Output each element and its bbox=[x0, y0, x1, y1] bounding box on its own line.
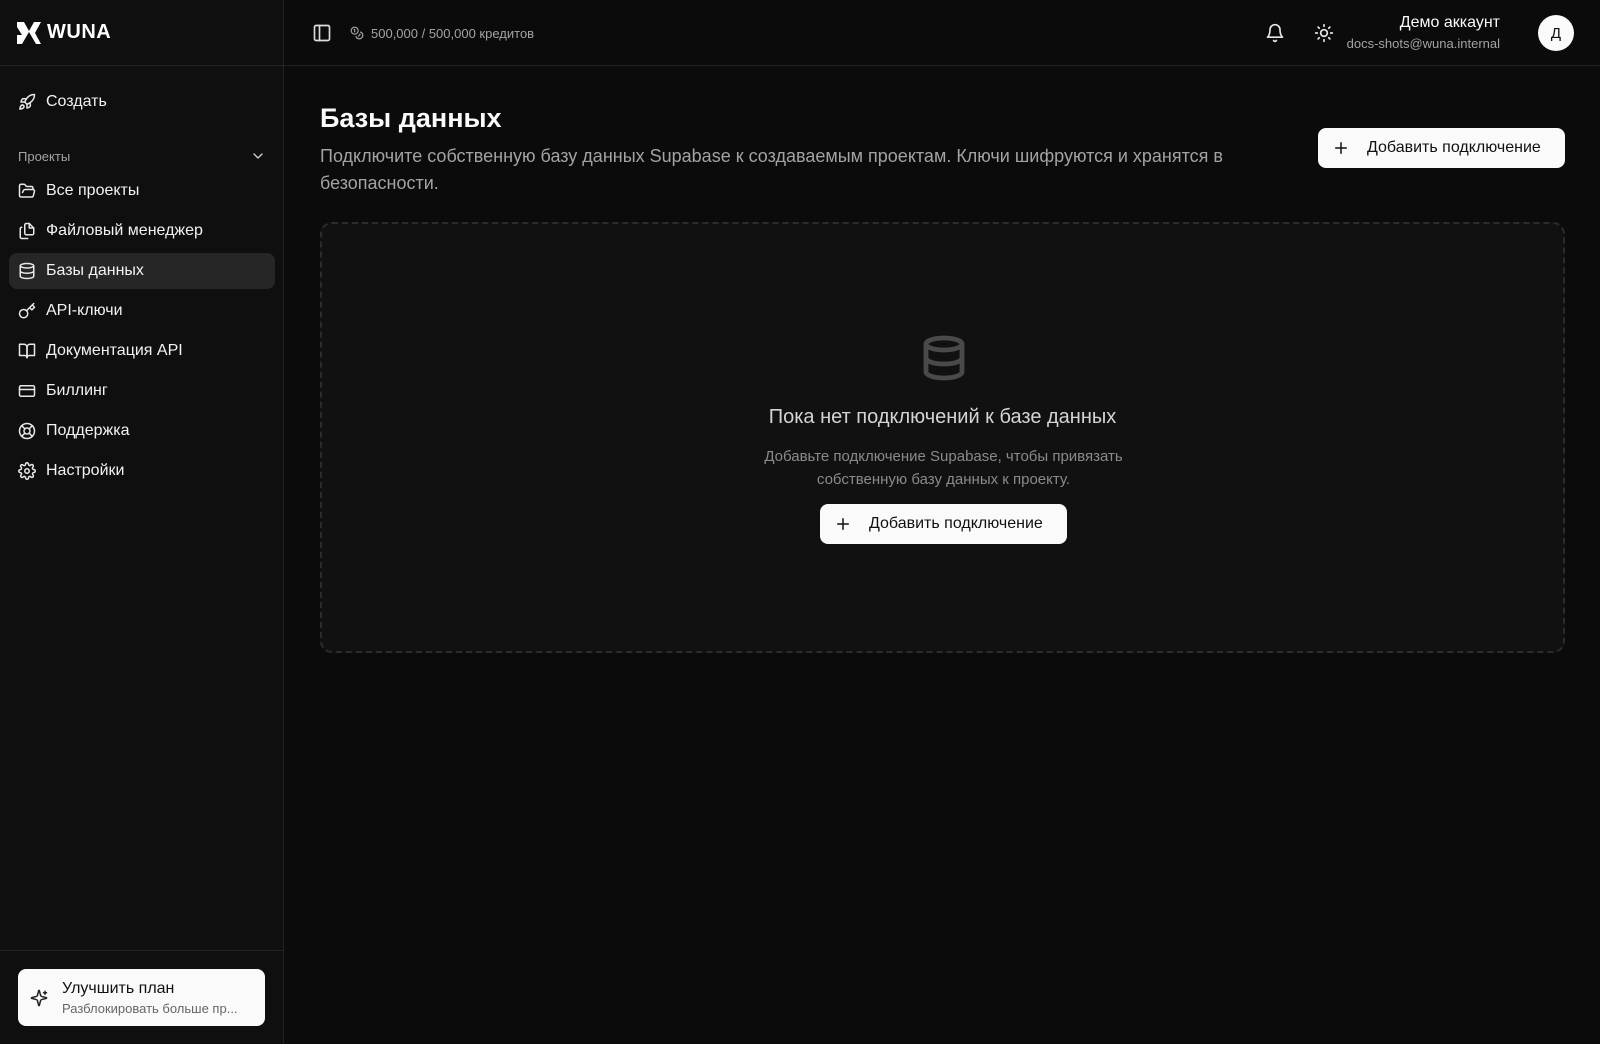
upgrade-title: Улучшить план bbox=[62, 979, 175, 997]
life-buoy-icon bbox=[18, 422, 36, 440]
add-connection-empty-label: Добавить подключение bbox=[869, 515, 1043, 532]
empty-state: Пока нет подключений к базе данных Добав… bbox=[320, 222, 1565, 653]
database-icon bbox=[18, 262, 36, 280]
sidebar-toggle-icon[interactable] bbox=[312, 23, 332, 43]
folder-open-icon bbox=[18, 182, 36, 200]
sidebar-item-label: Биллинг bbox=[46, 382, 108, 399]
sidebar-item-label: Все проекты bbox=[46, 182, 140, 199]
rocket-icon bbox=[18, 93, 36, 111]
top-bar: 500,000 / 500,000 кредитов Демо аккаунт … bbox=[284, 0, 1600, 66]
credit-card-icon bbox=[18, 382, 36, 400]
sidebar-item-file-manager[interactable]: Файловый менеджер bbox=[9, 213, 275, 249]
empty-state-description: Добавьте подключение Supabase, чтобы при… bbox=[764, 448, 1123, 488]
logo[interactable]: WUNA bbox=[0, 0, 283, 66]
sidebar-item-label: Настройки bbox=[46, 462, 125, 479]
logo-text: WUNA bbox=[47, 21, 112, 43]
sidebar-item-label: Базы данных bbox=[46, 262, 144, 279]
database-icon bbox=[920, 333, 968, 383]
account-info[interactable]: Демо аккаунт docs-shots@wuna.internal bbox=[1347, 14, 1500, 51]
chevron-down-icon bbox=[250, 148, 266, 164]
sidebar-item-label: Файловый менеджер bbox=[46, 222, 203, 239]
book-open-icon bbox=[18, 342, 36, 360]
sidebar-item-support[interactable]: Поддержка bbox=[9, 413, 275, 449]
sidebar-item-label: Документация API bbox=[46, 342, 183, 359]
projects-group-toggle[interactable]: Проекты bbox=[18, 146, 266, 166]
sidebar-item-databases[interactable]: Базы данных bbox=[9, 253, 275, 289]
sidebar-item-label: API-ключи bbox=[46, 302, 123, 319]
sidebar-item-settings[interactable]: Настройки bbox=[9, 453, 275, 489]
upgrade-subtitle: Разблокировать больше пр... bbox=[62, 1000, 238, 1016]
credits-indicator: 500,000 / 500,000 кредитов bbox=[350, 22, 534, 44]
create-button[interactable]: Создать bbox=[9, 84, 275, 120]
key-icon bbox=[18, 302, 36, 320]
upgrade-text: Улучшить план Разблокировать больше пр..… bbox=[62, 980, 254, 1016]
sidebar-item-api-docs[interactable]: Документация API bbox=[9, 333, 275, 369]
add-connection-empty-button[interactable]: Добавить подключение bbox=[820, 504, 1067, 544]
theme-toggle-sun-icon[interactable] bbox=[1314, 23, 1334, 43]
account-name: Демо аккаунт bbox=[1399, 14, 1500, 31]
sidebar: WUNA Создать Проекты Все проекты Файловы… bbox=[0, 0, 284, 1044]
avatar[interactable]: Д bbox=[1538, 15, 1574, 51]
add-connection-button[interactable]: Добавить подключение bbox=[1318, 128, 1565, 168]
sidebar-item-billing[interactable]: Биллинг bbox=[9, 373, 275, 409]
wuna-logo-icon bbox=[17, 21, 41, 44]
sidebar-footer: Улучшить план Разблокировать больше пр..… bbox=[0, 950, 283, 1044]
sidebar-item-api-keys[interactable]: API-ключи bbox=[9, 293, 275, 329]
empty-state-title: Пока нет подключений к базе данных bbox=[768, 406, 1117, 428]
bell-icon[interactable] bbox=[1265, 23, 1285, 43]
upgrade-plan-button[interactable]: Улучшить план Разблокировать больше пр..… bbox=[18, 969, 265, 1026]
projects-group-label: Проекты bbox=[18, 148, 71, 164]
create-label: Создать bbox=[46, 93, 107, 110]
add-connection-label: Добавить подключение bbox=[1367, 139, 1541, 156]
plus-icon bbox=[1332, 139, 1350, 157]
sidebar-item-label: Поддержка bbox=[46, 422, 130, 439]
credits-text: 500,000 / 500,000 кредитов bbox=[371, 25, 535, 41]
account-email: docs-shots@wuna.internal bbox=[1346, 36, 1500, 51]
settings-icon bbox=[18, 462, 36, 480]
page-title: Базы данных bbox=[320, 103, 502, 133]
sparkles-icon bbox=[30, 989, 48, 1007]
plus-icon bbox=[834, 515, 852, 533]
files-icon bbox=[18, 222, 36, 240]
sidebar-item-all-projects[interactable]: Все проекты bbox=[9, 173, 275, 209]
page-description: Подключите собственную базу данных Supab… bbox=[320, 146, 1223, 193]
coins-icon bbox=[350, 26, 364, 40]
